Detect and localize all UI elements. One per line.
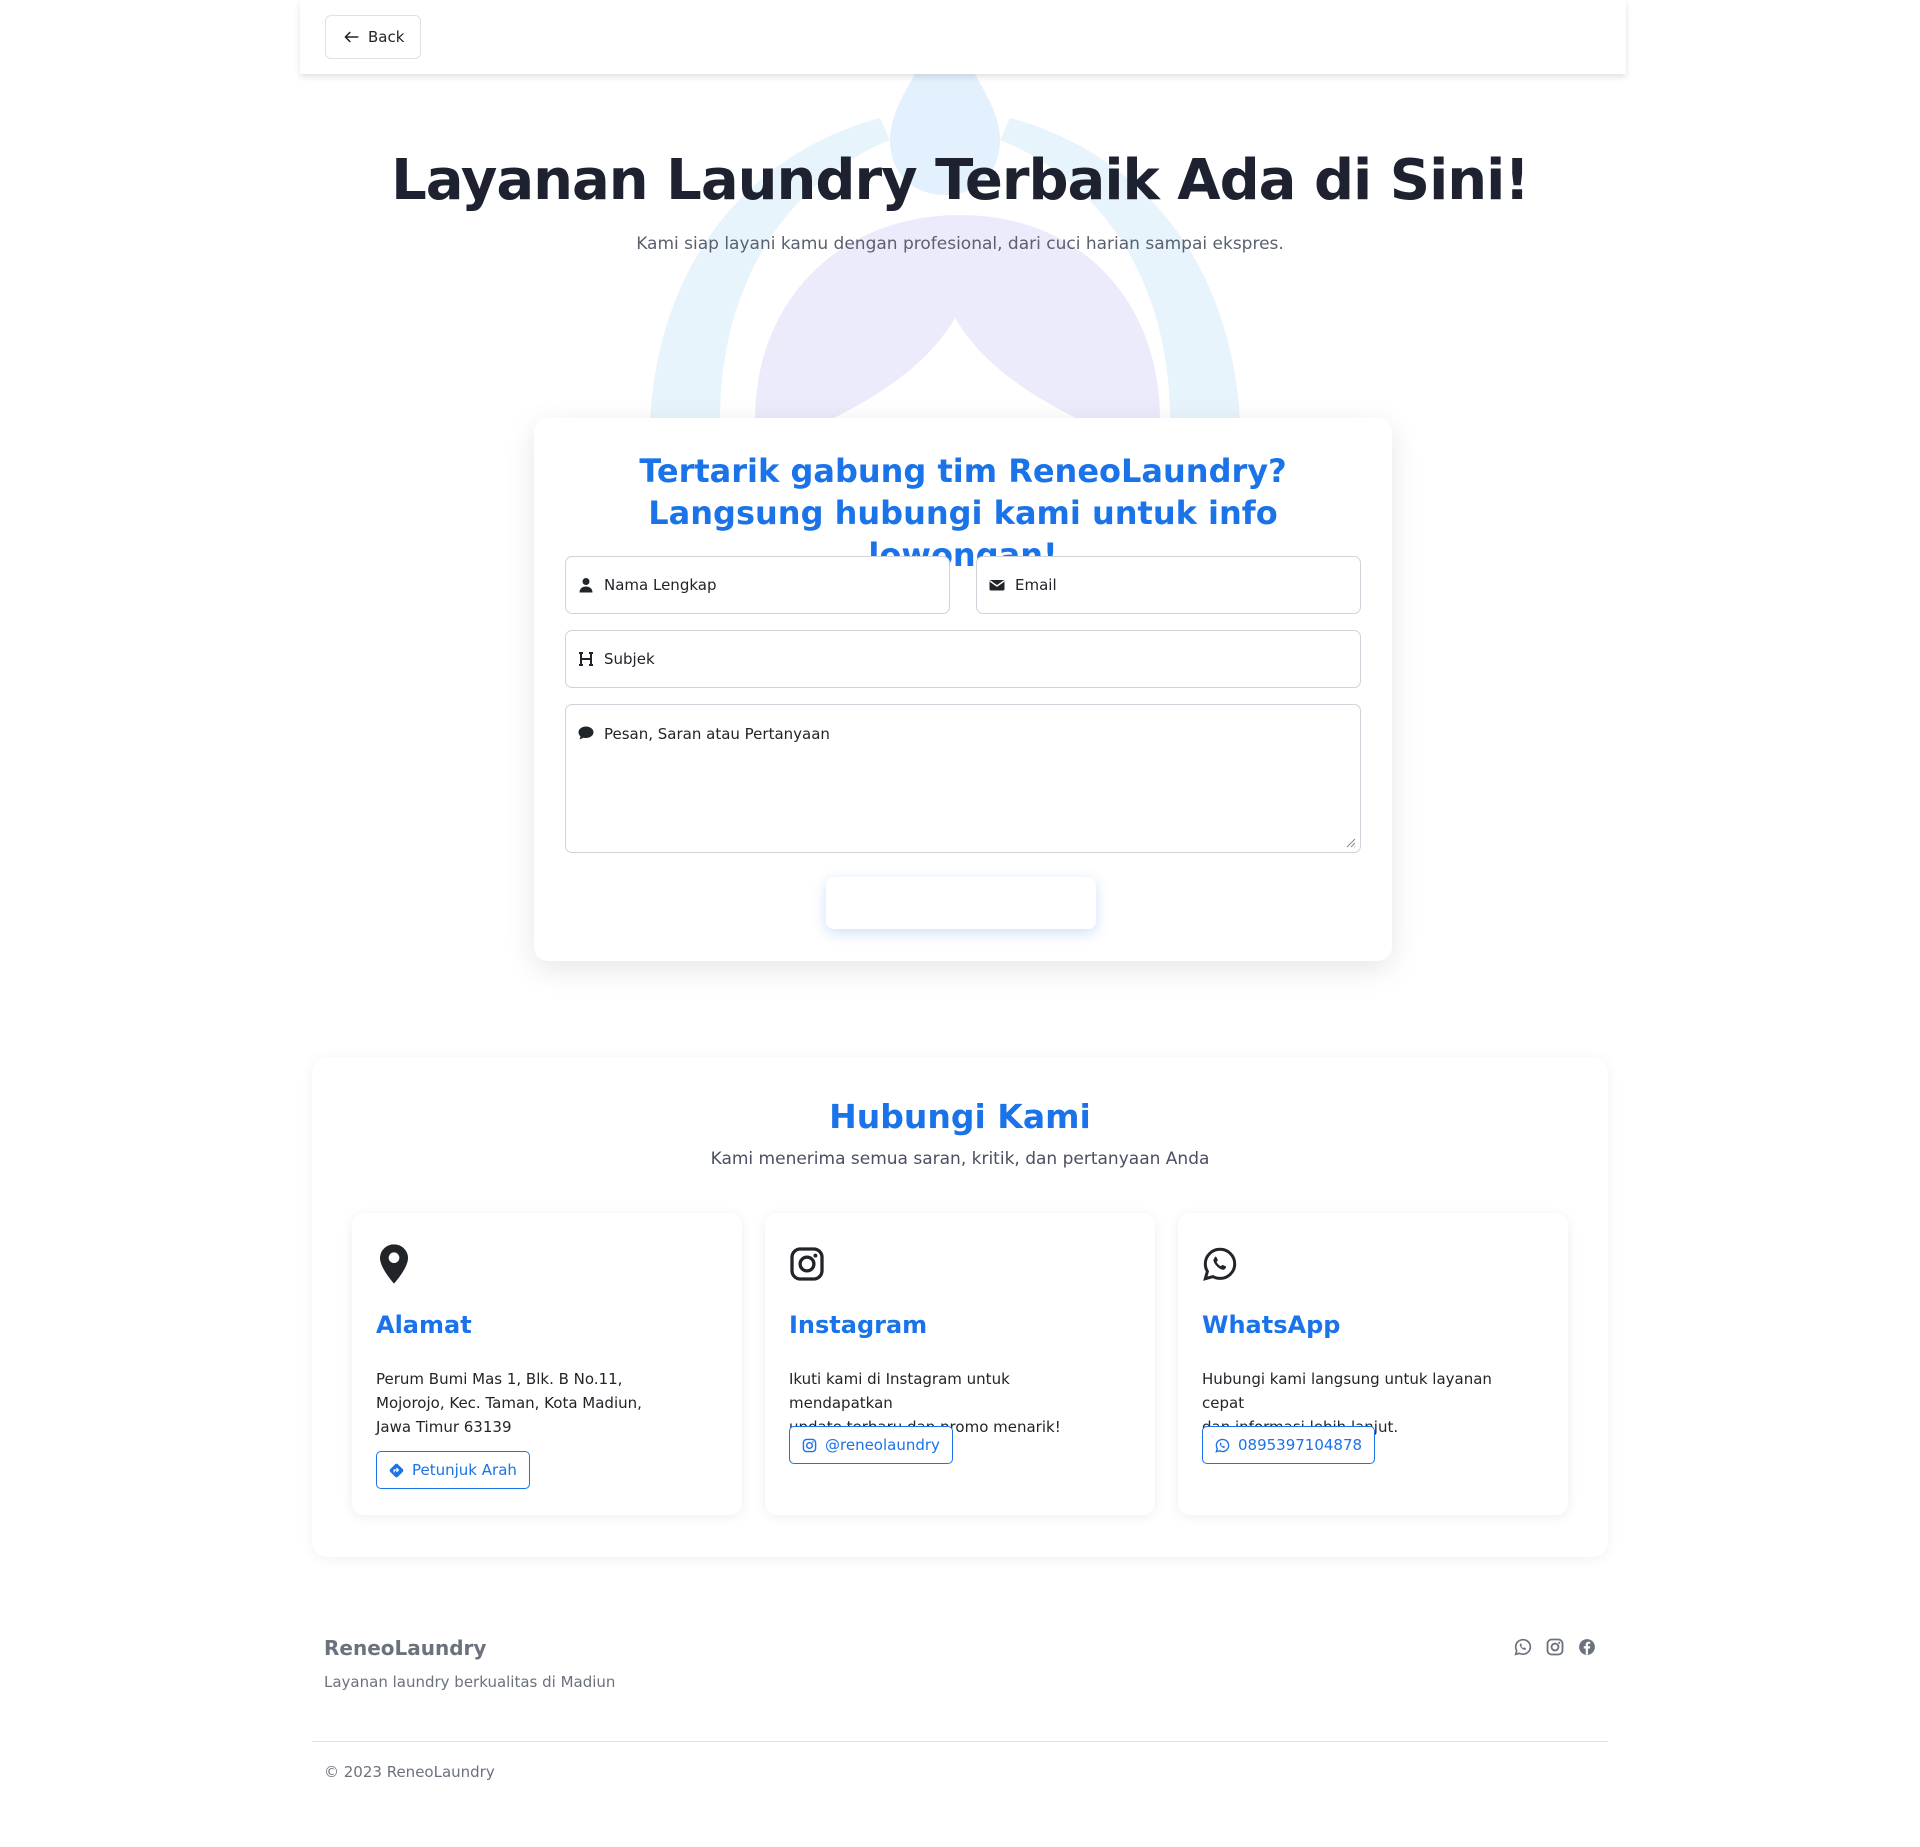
address-line: Mojorojo, Kec. Taman, Kota Madiun,	[376, 1394, 642, 1412]
address-card: Alamat Perum Bumi Mas 1, Blk. B No.11, M…	[352, 1213, 742, 1515]
whatsapp-card: WhatsApp Hubungi kami langsung untuk lay…	[1178, 1213, 1568, 1515]
instagram-handle-label: @reneolaundry	[825, 1436, 940, 1454]
instagram-icon	[790, 1247, 824, 1281]
top-bar: Back	[300, 0, 1626, 74]
footer-social-links	[1514, 1638, 1596, 1656]
envelope-icon	[989, 580, 1005, 591]
message-field[interactable]: Pesan, Saran atau Pertanyaan	[565, 704, 1361, 853]
instagram-title: Instagram	[789, 1311, 928, 1339]
footer-brand: ReneoLaundry	[324, 1636, 487, 1660]
hero-title: Layanan Laundry Terbaik Ada di Sini!	[391, 148, 1530, 213]
instagram-icon	[802, 1438, 817, 1452]
whatsapp-number-label: 0895397104878	[1238, 1436, 1363, 1454]
back-button-label: Back	[368, 28, 405, 46]
directions-button-label: Petunjuk Arah	[412, 1461, 517, 1479]
address-line: Jawa Timur 63139	[376, 1418, 512, 1436]
name-field[interactable]: Nama Lengkap	[565, 556, 950, 614]
hero-subtitle: Kami siap layani kamu dengan profesional…	[636, 234, 1284, 254]
footer-tagline: Layanan laundry berkualitas di Madiun	[324, 1673, 616, 1691]
name-placeholder: Nama Lengkap	[604, 576, 717, 594]
heading-icon	[579, 652, 593, 666]
submit-button[interactable]	[826, 877, 1096, 929]
whatsapp-title: WhatsApp	[1202, 1311, 1341, 1339]
whatsapp-icon	[1203, 1247, 1237, 1281]
recruitment-form-card: Tertarik gabung tim ReneoLaundry? Langsu…	[534, 418, 1392, 961]
contact-section: Hubungi Kami Kami menerima semua saran, …	[312, 1057, 1608, 1557]
whatsapp-number-button[interactable]: 0895397104878	[1202, 1426, 1376, 1464]
contact-subtitle: Kami menerima semua saran, kritik, dan p…	[710, 1149, 1210, 1169]
whatsapp-line: Hubungi kami langsung untuk layanan cepa…	[1202, 1370, 1492, 1412]
instagram-handle-button[interactable]: @reneolaundry	[789, 1426, 953, 1464]
address-text: Perum Bumi Mas 1, Blk. B No.11, Mojorojo…	[376, 1367, 666, 1439]
subject-placeholder: Subjek	[604, 650, 655, 668]
contact-title: Hubungi Kami	[829, 1097, 1091, 1136]
email-field[interactable]: Email	[976, 556, 1361, 614]
instagram-icon[interactable]	[1546, 1638, 1564, 1656]
whatsapp-icon	[1215, 1438, 1230, 1453]
facebook-icon[interactable]	[1578, 1638, 1596, 1656]
back-button[interactable]: Back	[325, 15, 422, 59]
footer-divider	[312, 1741, 1608, 1742]
email-placeholder: Email	[1015, 576, 1057, 594]
instagram-line: Ikuti kami di Instagram untuk mendapatka…	[789, 1370, 1010, 1412]
directions-button[interactable]: Petunjuk Arah	[376, 1451, 530, 1489]
footer-copyright: © 2023 ReneoLaundry	[324, 1763, 495, 1781]
whatsapp-icon[interactable]	[1514, 1638, 1532, 1656]
message-placeholder: Pesan, Saran atau Pertanyaan	[604, 725, 830, 743]
address-title: Alamat	[376, 1311, 472, 1339]
user-icon	[579, 578, 593, 593]
address-line: Perum Bumi Mas 1, Blk. B No.11,	[376, 1370, 623, 1388]
arrow-left-icon	[344, 31, 359, 43]
map-pin-icon	[380, 1244, 408, 1284]
directions-icon	[389, 1463, 404, 1477]
resize-handle-icon[interactable]	[1344, 836, 1356, 848]
comment-icon	[578, 726, 594, 740]
subject-field[interactable]: Subjek	[565, 630, 1361, 688]
instagram-card: Instagram Ikuti kami di Instagram untuk …	[765, 1213, 1155, 1515]
